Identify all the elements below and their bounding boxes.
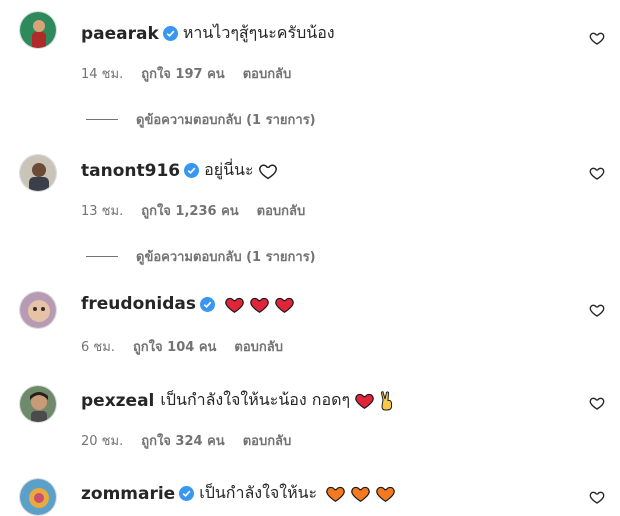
like-count[interactable]: ถูกใจ 197 คน (141, 63, 224, 84)
red-heart-icon (250, 297, 269, 313)
view-replies-button[interactable]: ดูข้อความตอบกลับ (1 รายการ) (86, 109, 316, 130)
comment-time: 20 ชม. (81, 434, 124, 449)
orange-heart-icon (376, 486, 395, 502)
comment-username[interactable]: zommarie (81, 484, 175, 504)
reply-button[interactable]: ตอบกลับ (257, 200, 306, 221)
heart-icon[interactable] (589, 489, 605, 505)
view-replies-label: ดูข้อความตอบกลับ (1 รายการ) (136, 250, 316, 265)
comment-text: เป็นกำลังใจให้นะ (199, 483, 318, 502)
view-replies-button[interactable]: ดูข้อความตอบกลับ (1 รายการ) (86, 246, 316, 267)
like-count[interactable]: ถูกใจ 104 คน (133, 336, 216, 357)
avatar[interactable] (19, 11, 57, 49)
reply-button[interactable]: ตอบกลับ (243, 63, 292, 84)
red-heart-icon (275, 297, 294, 313)
verified-badge-icon (179, 486, 195, 501)
comment-username[interactable]: paearak (81, 24, 159, 44)
comment-time: 14 ชม. (81, 67, 124, 82)
comment-username[interactable]: tanont916 (81, 161, 180, 181)
avatar[interactable] (19, 291, 57, 329)
avatar[interactable] (19, 478, 57, 516)
comment-text: อยู่นี่นะ (204, 160, 254, 179)
reply-button[interactable]: ตอบกลับ (243, 430, 292, 451)
like-count[interactable]: ถูกใจ 324 คน (141, 430, 224, 451)
orange-heart-icon (326, 486, 345, 502)
comment-text: เป็นกำลังใจให้นะน้อง กอดๆ (160, 390, 351, 409)
comment-time: 13 ชม. (81, 204, 124, 219)
divider (86, 256, 118, 257)
orange-heart-icon (351, 486, 370, 502)
heart-icon[interactable] (589, 395, 605, 411)
comment-username[interactable]: freudonidas (81, 294, 196, 314)
like-count[interactable]: ถูกใจ 1,236 คน (141, 200, 238, 221)
view-replies-label: ดูข้อความตอบกลับ (1 รายการ) (136, 113, 316, 128)
verified-badge-icon (162, 26, 178, 41)
heart-icon[interactable] (589, 165, 605, 181)
red-heart-icon (355, 393, 374, 409)
verified-badge-icon (184, 163, 200, 178)
comment-time: 6 ชม. (81, 340, 115, 355)
comment-username[interactable]: pexzeal (81, 391, 154, 411)
heart-icon[interactable] (589, 302, 605, 318)
reply-button[interactable]: ตอบกลับ (234, 336, 283, 357)
heart-icon[interactable] (589, 30, 605, 46)
white-heart-icon (258, 164, 277, 179)
comment-text: หานไวๆสู้ๆนะครับน้อง (182, 23, 335, 42)
divider (86, 119, 118, 120)
red-heart-icon (225, 297, 244, 313)
verified-badge-icon (199, 296, 215, 312)
victory-hand-icon (381, 390, 393, 410)
avatar[interactable] (19, 385, 57, 423)
avatar[interactable] (19, 154, 57, 192)
